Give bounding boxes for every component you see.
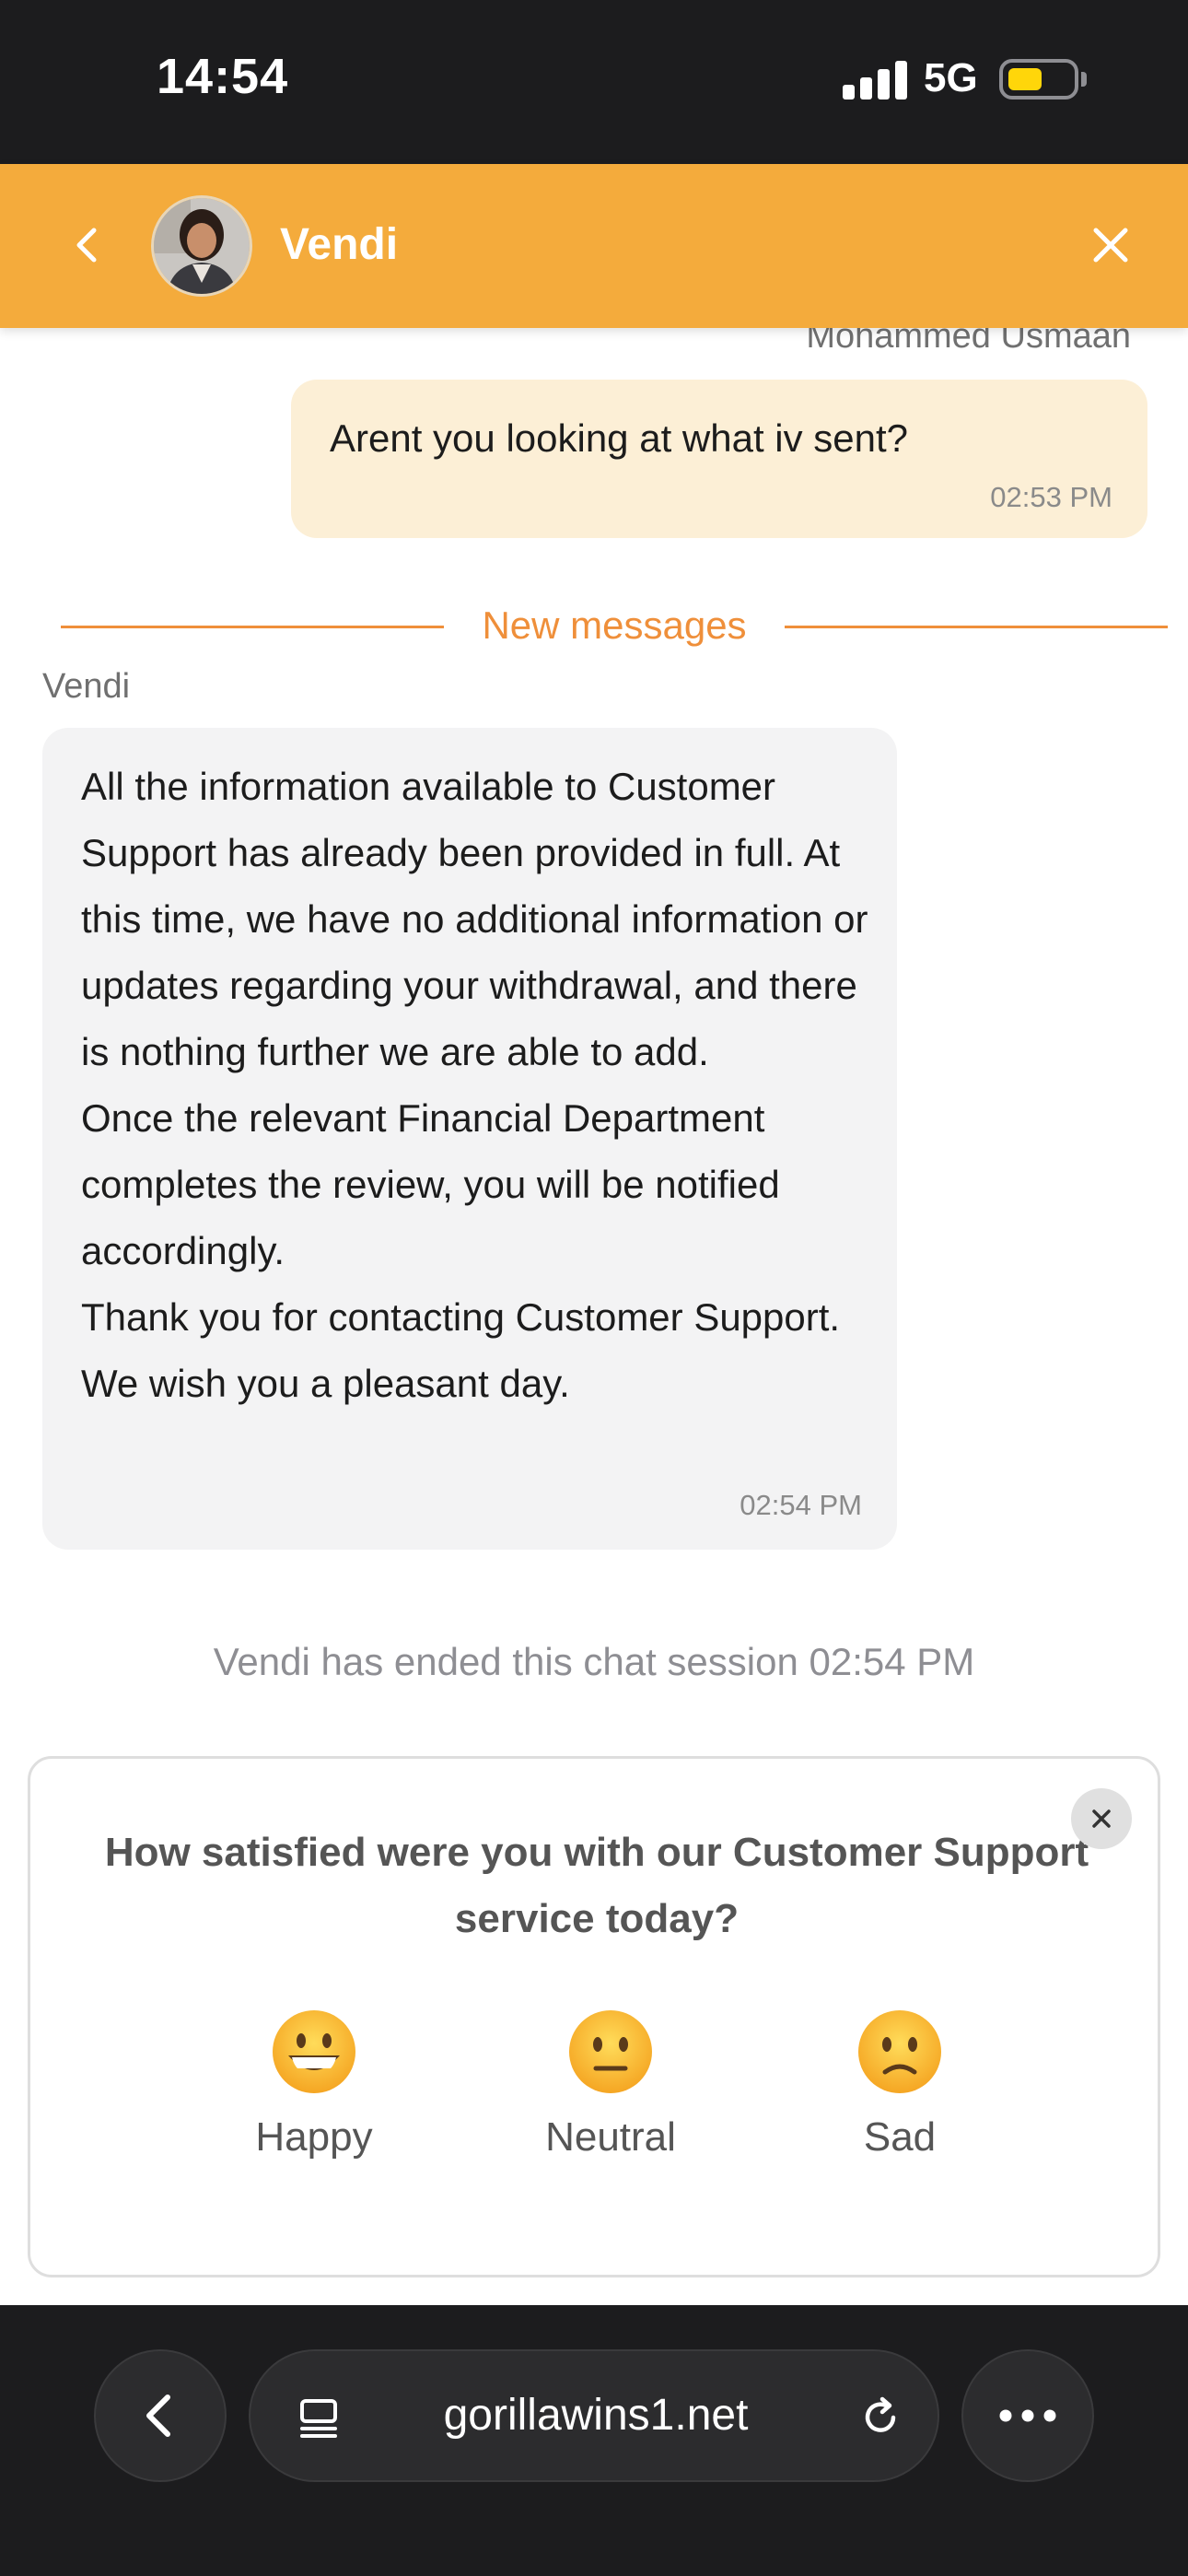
agent-message-text: All the information available to Custome… (81, 754, 873, 1417)
rating-sad-label: Sad (863, 2114, 937, 2160)
rating-neutral-button[interactable]: Neutral (509, 2008, 712, 2160)
status-time: 14:54 (157, 49, 289, 104)
chat-header: Vendi (0, 164, 1188, 328)
agent-message-paragraph: Thank you for contacting Customer Suppor… (81, 1295, 841, 1405)
browser-toolbar: gorillawins1.net (0, 2305, 1188, 2576)
close-icon (1092, 1809, 1111, 1828)
browser-back-button[interactable] (94, 2349, 227, 2482)
agent-message-paragraph: Once the relevant Financial Department c… (81, 1096, 780, 1272)
session-ended-notice: Vendi has ended this chat session 02:54 … (213, 1640, 975, 1683)
grinning-face-icon (273, 2010, 355, 2093)
slightly-frowning-face-icon (858, 2010, 941, 2093)
rating-neutral-label: Neutral (545, 2114, 676, 2160)
user-message-time: 02:53 PM (990, 481, 1112, 513)
close-icon[interactable] (1083, 217, 1138, 273)
user-message-text: Arent you looking at what iv sent? (330, 416, 909, 460)
rating-happy-button[interactable]: Happy (213, 2008, 415, 2160)
chevron-left-icon (146, 2395, 170, 2437)
agent-message-paragraph: All the information available to Custome… (81, 765, 868, 1073)
satisfaction-survey-card: How satisfied were you with our Customer… (28, 1756, 1160, 2277)
agent-avatar (151, 195, 252, 297)
user-message-bubble: Arent you looking at what iv sent? 02:53… (291, 380, 1147, 538)
status-bar: 14:54 5G (0, 0, 1188, 164)
agent-sender-name: Vendi (42, 667, 131, 706)
survey-close-button[interactable] (1071, 1788, 1132, 1849)
rating-happy-label: Happy (255, 2114, 373, 2160)
rating-sad-button[interactable]: Sad (798, 2008, 1001, 2160)
neutral-face-icon (569, 2010, 652, 2093)
more-dots-icon (999, 2409, 1056, 2422)
url-text: gorillawins1.net (443, 2391, 749, 2440)
network-type: 5G (924, 55, 978, 100)
battery-icon (999, 59, 1078, 100)
new-messages-divider: New messages (482, 603, 747, 647)
divider-line-right (785, 626, 1168, 628)
browser-more-button[interactable] (961, 2349, 1094, 2482)
agent-message-time: 02:54 PM (740, 1489, 862, 1521)
cellular-signal-icon (843, 61, 907, 100)
back-chevron-icon[interactable] (63, 219, 114, 271)
address-bar[interactable]: gorillawins1.net (249, 2349, 939, 2482)
agent-name: Vendi (280, 220, 399, 269)
battery-cap (1081, 72, 1087, 87)
reload-icon[interactable] (855, 2392, 906, 2443)
divider-line-left (61, 626, 444, 628)
survey-question: How satisfied were you with our Customer… (104, 1830, 1089, 1941)
agent-message-bubble: All the information available to Custome… (42, 728, 897, 1550)
